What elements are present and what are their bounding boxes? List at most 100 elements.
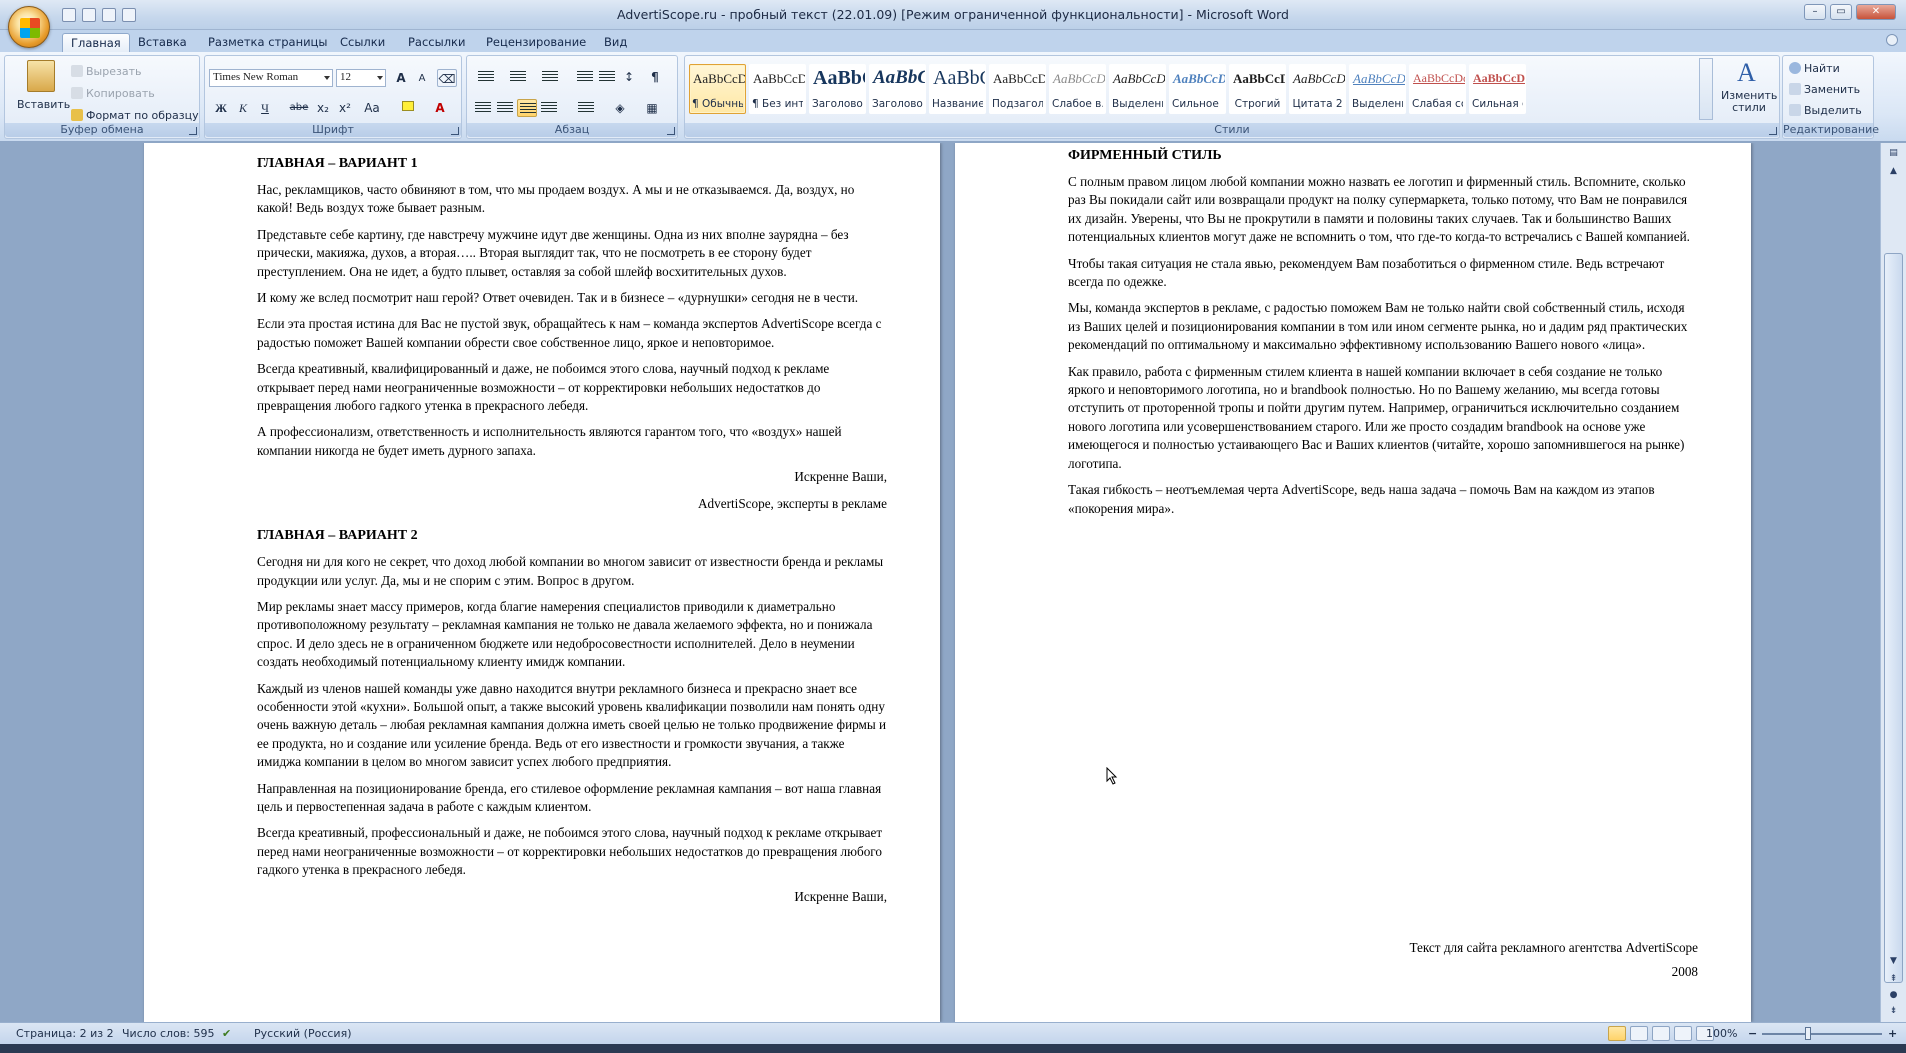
vertical-scrollbar[interactable]: ▤ ▲ ▼ ⇞ ● ⇟ xyxy=(1880,143,1906,1022)
document-area[interactable]: ГЛАВНАЯ – ВАРИАНТ 1 Нас, рекламщиков, ча… xyxy=(0,143,1880,1022)
font-name-combo[interactable]: Times New Roman xyxy=(209,69,333,87)
change-styles-button[interactable]: A Изменить стили xyxy=(1721,58,1777,118)
style-intense-quote[interactable]: AaBbCcDc Выделенн... xyxy=(1349,64,1406,114)
show-marks-icon[interactable]: ¶ xyxy=(645,68,665,86)
page-count-status[interactable]: Страница: 2 из 2 xyxy=(16,1027,114,1040)
underline-button[interactable]: Ч xyxy=(255,99,275,117)
word-count-status[interactable]: Число слов: 595 xyxy=(122,1027,215,1040)
zoom-level[interactable]: 100% xyxy=(1706,1027,1737,1040)
scroll-up-icon[interactable]: ▲ xyxy=(1884,163,1903,179)
style-name: ¶ Без инте... xyxy=(752,98,803,110)
bullets-icon[interactable] xyxy=(473,68,497,86)
style-normal[interactable]: AaBbCcDc ¶ Обычный xyxy=(689,64,746,114)
ruler-toggle-icon[interactable]: ▤ xyxy=(1884,145,1903,161)
paragraph: А профессионализм, ответственность и исп… xyxy=(257,424,842,458)
print-layout-view-icon[interactable] xyxy=(1608,1026,1626,1041)
style-strong[interactable]: AaBbCcDc Строгий xyxy=(1229,64,1286,114)
clipboard-group: Вставить Вырезать Копировать Формат по о… xyxy=(4,55,200,139)
align-left-icon[interactable] xyxy=(473,99,493,117)
full-screen-reading-view-icon[interactable] xyxy=(1630,1026,1648,1041)
paste-icon[interactable] xyxy=(27,60,55,92)
style-intense-emphasis[interactable]: AaBbCcDc Сильное ... xyxy=(1169,64,1226,114)
style-title[interactable]: AaBbC Название xyxy=(929,64,986,114)
page-1[interactable]: ГЛАВНАЯ – ВАРИАНТ 1 Нас, рекламщиков, ча… xyxy=(144,143,940,1022)
subscript-button[interactable]: x₂ xyxy=(313,99,333,117)
style-subtle-reference[interactable]: AaBbCcDc Слабая сс... xyxy=(1409,64,1466,114)
heading-corporate-style: ФИРМЕННЫЙ СТИЛЬ xyxy=(1068,148,1222,163)
style-no-spacing[interactable]: AaBbCcDc ¶ Без инте... xyxy=(749,64,806,114)
help-icon[interactable] xyxy=(1886,34,1898,46)
font-size-combo[interactable]: 12 xyxy=(336,69,386,87)
clipboard-launcher-icon[interactable] xyxy=(189,127,197,135)
tab-references[interactable]: Ссылки xyxy=(332,33,393,52)
page-2[interactable]: ФИРМЕННЫЙ СТИЛЬ С полным правом лицом лю… xyxy=(955,143,1751,1022)
copy-button[interactable]: Копировать xyxy=(71,87,155,100)
tab-mailings[interactable]: Рассылки xyxy=(400,33,473,52)
zoom-slider-track[interactable] xyxy=(1762,1033,1882,1035)
style-intense-reference[interactable]: AaBbCcDc Сильная с... xyxy=(1469,64,1526,114)
font-launcher-icon[interactable] xyxy=(451,127,459,135)
decrease-indent-icon[interactable] xyxy=(575,68,595,86)
tab-view[interactable]: Вид xyxy=(596,33,635,52)
styles-group-label: Стили xyxy=(685,123,1779,137)
tab-home[interactable]: Главная xyxy=(62,33,130,52)
next-page-icon[interactable]: ⇟ xyxy=(1884,1003,1903,1019)
office-button[interactable] xyxy=(8,6,50,48)
page-1-text[interactable]: ГЛАВНАЯ – ВАРИАНТ 1 Нас, рекламщиков, ча… xyxy=(257,155,887,914)
proofing-icon[interactable]: ✔ xyxy=(222,1027,231,1040)
styles-launcher-icon[interactable] xyxy=(1769,127,1777,135)
minimize-button[interactable]: – xyxy=(1804,4,1826,20)
font-color-icon[interactable]: A xyxy=(430,99,450,117)
italic-button[interactable]: К xyxy=(233,99,253,117)
paste-button[interactable]: Вставить xyxy=(17,98,70,111)
highlight-color-icon[interactable] xyxy=(398,99,418,117)
zoom-out-button[interactable]: − xyxy=(1748,1027,1757,1040)
style-heading-1[interactable]: AaBbC Заголово... xyxy=(809,64,866,114)
numbering-icon[interactable] xyxy=(505,68,529,86)
style-heading-2[interactable]: AaBbCc Заголово... xyxy=(869,64,926,114)
change-case-button[interactable]: Aa xyxy=(359,99,385,117)
paragraph-launcher-icon[interactable] xyxy=(667,127,675,135)
bold-button[interactable]: Ж xyxy=(211,99,231,117)
justify-icon[interactable] xyxy=(539,99,559,117)
borders-icon[interactable]: ▦ xyxy=(639,99,665,117)
scroll-down-icon[interactable]: ▼ xyxy=(1884,953,1903,969)
line-spacing-icon[interactable] xyxy=(571,99,597,117)
style-quote-2[interactable]: AaBbCcDc Цитата 2 xyxy=(1289,64,1346,114)
sort-icon[interactable]: ↕ xyxy=(619,68,639,86)
clear-formatting-icon[interactable]: ⌫ xyxy=(437,69,457,87)
style-emphasis[interactable]: AaBbCcDc Выделение xyxy=(1109,64,1166,114)
tab-review[interactable]: Рецензирование xyxy=(478,33,594,52)
shrink-font-button[interactable]: A xyxy=(412,70,432,88)
find-button[interactable]: Найти xyxy=(1789,62,1840,75)
scroll-thumb[interactable] xyxy=(1884,253,1903,983)
change-styles-icon: A xyxy=(1737,58,1756,87)
superscript-button[interactable]: x² xyxy=(335,99,355,117)
style-subtitle[interactable]: AaBbCcD Подзагол... xyxy=(989,64,1046,114)
shading-icon[interactable]: ◈ xyxy=(607,99,633,117)
strikethrough-button[interactable]: abe xyxy=(287,99,311,117)
previous-page-icon[interactable]: ⇞ xyxy=(1884,971,1903,987)
styles-gallery-scrollbar[interactable] xyxy=(1699,58,1713,120)
cut-button[interactable]: Вырезать xyxy=(71,65,141,78)
select-button[interactable]: Выделить xyxy=(1789,104,1862,117)
multilevel-list-icon[interactable] xyxy=(537,68,561,86)
zoom-in-button[interactable]: + xyxy=(1888,1027,1897,1040)
language-status[interactable]: Русский (Россия) xyxy=(254,1027,352,1040)
tab-page-layout[interactable]: Разметка страницы xyxy=(200,33,335,52)
browse-object-icon[interactable]: ● xyxy=(1884,987,1903,1003)
increase-indent-icon[interactable] xyxy=(597,68,617,86)
web-layout-view-icon[interactable] xyxy=(1652,1026,1670,1041)
close-button[interactable]: ✕ xyxy=(1856,4,1896,20)
format-painter-button[interactable]: Формат по образцу xyxy=(71,109,199,122)
zoom-slider-thumb[interactable] xyxy=(1805,1027,1811,1040)
outline-view-icon[interactable] xyxy=(1674,1026,1692,1041)
align-center-icon[interactable] xyxy=(495,99,515,117)
align-right-icon[interactable] xyxy=(517,99,537,117)
style-subtle-emphasis[interactable]: AaBbCcDc Слабое в... xyxy=(1049,64,1106,114)
grow-font-button[interactable]: A xyxy=(391,69,411,87)
page-2-text[interactable]: ФИРМЕННЫЙ СТИЛЬ С полным правом лицом лю… xyxy=(1068,147,1698,526)
replace-button[interactable]: Заменить xyxy=(1789,83,1860,96)
tab-insert[interactable]: Вставка xyxy=(130,33,195,52)
maximize-button[interactable]: ▭ xyxy=(1830,4,1852,20)
